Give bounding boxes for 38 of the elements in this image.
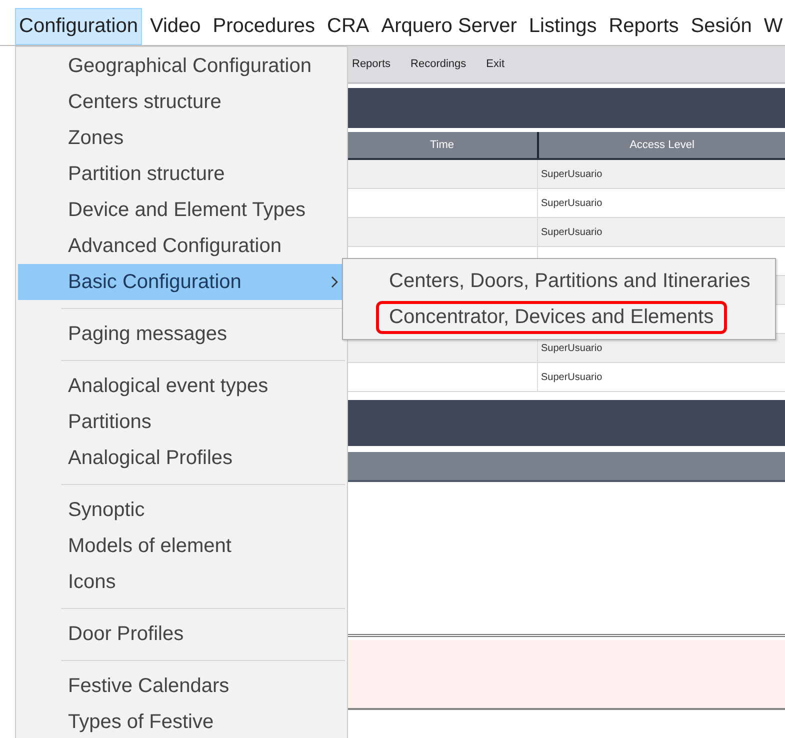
menu-item[interactable]: Festive Calendars xyxy=(18,668,345,704)
menubar-item[interactable]: Arquero Server xyxy=(377,8,521,45)
toolbar-item[interactable]: Exit xyxy=(486,58,505,70)
menu-item[interactable]: Device and Element Types xyxy=(18,192,345,228)
menubar-item[interactable]: Video xyxy=(146,8,205,45)
menu-item[interactable]: Icons xyxy=(18,564,345,600)
menu-item[interactable]: Models of element xyxy=(18,528,345,564)
submenu-item[interactable]: Concentrator, Devices and Elements xyxy=(376,300,727,334)
menubar-item[interactable]: Listings xyxy=(524,8,601,45)
menubar-item[interactable]: W xyxy=(760,8,785,45)
table-cell: SuperUsuario xyxy=(541,198,602,208)
menu-item[interactable]: Analogical Profiles xyxy=(18,440,345,476)
menu-item[interactable]: Basic Configuration xyxy=(18,264,345,300)
menu-item[interactable]: Partition structure xyxy=(18,156,345,192)
menu-item[interactable]: Partitions xyxy=(18,404,345,440)
menubar-item[interactable]: Configuration xyxy=(15,8,142,45)
toolbar-item[interactable]: Recordings xyxy=(410,58,466,70)
column-header[interactable]: Access Level xyxy=(539,132,785,158)
table-cell: SuperUsuario xyxy=(541,372,602,382)
chevron-right-icon xyxy=(331,276,339,288)
menu-item[interactable]: Analogical event types xyxy=(18,368,345,404)
menubar-item[interactable]: CRA xyxy=(323,8,374,45)
menubar-item[interactable]: Procedures xyxy=(208,8,320,45)
toolbar-item[interactable]: Reports xyxy=(352,58,391,70)
menu-item[interactable]: Synoptic xyxy=(18,492,345,528)
menu-item[interactable]: Zones xyxy=(18,120,345,156)
menu-item[interactable]: Geographical Configuration xyxy=(18,48,345,84)
menu-item[interactable]: Advanced Configuration xyxy=(18,228,345,264)
menubar-item[interactable]: Sesión xyxy=(686,8,756,45)
menu-item[interactable]: Door Profiles xyxy=(18,616,345,652)
menubar-item[interactable]: Reports xyxy=(604,8,683,45)
menu-item[interactable]: Centers structure xyxy=(18,84,345,120)
table-cell: SuperUsuario xyxy=(541,342,602,354)
submenu-item[interactable]: Centers, Doors, Partitions and Itineraries xyxy=(376,264,764,298)
table-cell: SuperUsuario xyxy=(541,226,602,238)
menu-item[interactable]: Types of Festive xyxy=(18,704,345,738)
menu-item[interactable]: Paging messages xyxy=(18,316,345,352)
table-cell: SuperUsuario xyxy=(541,168,602,180)
